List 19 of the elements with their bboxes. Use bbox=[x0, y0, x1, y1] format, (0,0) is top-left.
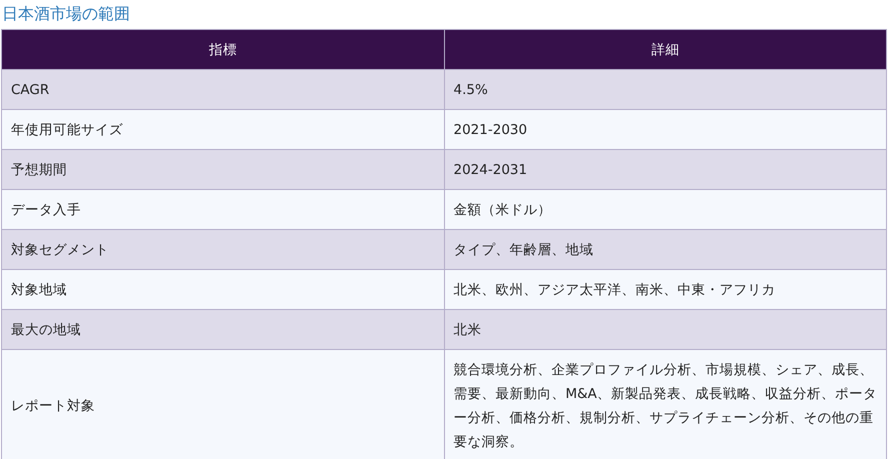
table-cell: 4.5% bbox=[444, 70, 886, 110]
table-cell: データ入手 bbox=[2, 190, 444, 230]
table-cell: 競合環境分析、企業プロファイル分析、市場規模、シェア、成長、需要、最新動向、M&A、新製品発表、成長戦略、収益分析、ポーター分析、価格分析、規制分析、サプライチェーン分析、その他の重要な洞察。 bbox=[444, 350, 886, 459]
column-header: 詳細 bbox=[444, 30, 886, 70]
table-cell: 最大の地域 bbox=[2, 310, 444, 350]
table-cell: 2024-2031 bbox=[444, 150, 886, 190]
table-cell: 予想期間 bbox=[2, 150, 444, 190]
table-cell: 北米、欧州、アジア太平洋、南米、中東・アフリカ bbox=[444, 270, 886, 310]
table-cell: レポート対象 bbox=[2, 350, 444, 459]
table-cell: CAGR bbox=[2, 70, 444, 110]
table-cell: 対象セグメント bbox=[2, 230, 444, 270]
table-cell: 対象地域 bbox=[2, 270, 444, 310]
table-cell: 2021-2030 bbox=[444, 110, 886, 150]
table-cell: 年使用可能サイズ bbox=[2, 110, 444, 150]
column-header: 指標 bbox=[2, 30, 444, 70]
section-title: 日本酒市場の範囲 bbox=[1, 3, 131, 25]
table-cell: タイプ、年齢層、地域 bbox=[444, 230, 886, 270]
table-cell: 金額（米ドル） bbox=[444, 190, 886, 230]
table-cell: 北米 bbox=[444, 310, 886, 350]
